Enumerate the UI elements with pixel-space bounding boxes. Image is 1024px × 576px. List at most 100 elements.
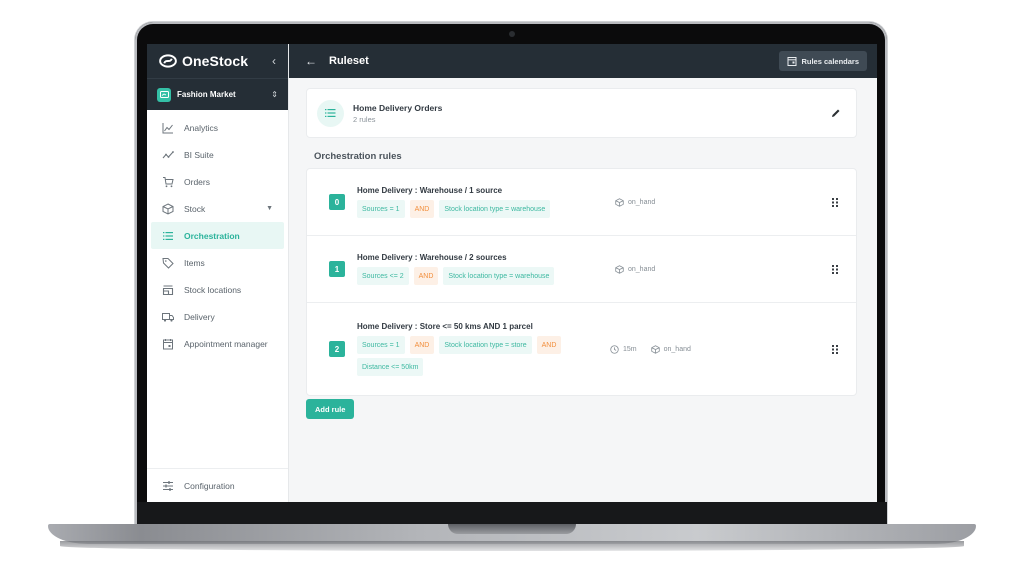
clock-icon [610, 344, 619, 354]
sidebar-item-label: Stock locations [184, 284, 242, 295]
sidebar-item-label: Configuration [184, 480, 235, 491]
list-icon [317, 99, 344, 127]
sliders-icon [162, 480, 174, 492]
delay: 15m [610, 344, 637, 354]
rules-calendars-button[interactable]: Rules calendars [779, 51, 867, 71]
sidebar-item-label: Delivery [184, 311, 215, 322]
sidebar-item-label: Stock [184, 203, 206, 214]
rules-list: 0 Home Delivery : Warehouse / 1 source S… [306, 168, 857, 396]
sidebar-item-orders[interactable]: Orders [151, 168, 284, 195]
stock-type: on_hand [650, 344, 691, 354]
box-icon [162, 202, 174, 215]
sidebar-item-label: Items [184, 257, 205, 268]
section-title: Orchestration rules [314, 151, 402, 162]
delay-label: 15m [623, 345, 637, 353]
rule-conditions: Sources = 1 AND Stock location type = st… [357, 336, 605, 376]
laptop-bezel [137, 502, 887, 524]
stock-type: on_hand [615, 197, 656, 207]
rule-meta: 15m on_hand [605, 344, 830, 354]
unfold-icon[interactable]: ⇕ [271, 90, 278, 99]
rule-name: Home Delivery : Store <= 50 kms AND 1 pa… [357, 322, 533, 331]
rule-conditions: Sources = 1 AND Stock location type = wa… [357, 200, 599, 218]
sidebar-nav: Analytics BI Suite Orders Stock ▼ Orches… [147, 110, 288, 468]
edit-ruleset-button[interactable] [826, 103, 846, 123]
rule-body: Home Delivery : Warehouse / 2 sources So… [357, 253, 599, 285]
sidebar-item-appointment-manager[interactable]: Appointment manager [151, 330, 284, 357]
condition-chip: Stock location type = store [439, 336, 532, 354]
sidebar-item-configuration[interactable]: Configuration [147, 468, 288, 502]
sidebar: OneStock ‹ Fashion Market ⇕ Analytics BI… [147, 44, 289, 502]
app-screen: OneStock ‹ Fashion Market ⇕ Analytics BI… [147, 44, 877, 502]
rule-body: Home Delivery : Store <= 50 kms AND 1 pa… [357, 322, 605, 376]
rule-body: Home Delivery : Warehouse / 1 source Sou… [357, 186, 599, 218]
store-switcher[interactable]: Fashion Market ⇕ [147, 78, 288, 110]
condition-chip: Sources = 1 [357, 200, 405, 218]
tag-icon [162, 257, 174, 269]
condition-chip: Stock location type = warehouse [439, 200, 551, 218]
page-title: Ruleset [329, 55, 369, 67]
calendar-icon [162, 338, 174, 350]
content: Home Delivery Orders 2 rules Orchestrati… [289, 78, 877, 502]
caret-down-icon[interactable]: ▼ [266, 205, 273, 212]
store-name: Fashion Market [177, 90, 236, 99]
ruleset-card: Home Delivery Orders 2 rules [306, 88, 857, 138]
brand-bar: OneStock ‹ [147, 44, 288, 78]
and-chip: AND [409, 336, 435, 354]
sidebar-item-stock[interactable]: Stock ▼ [151, 195, 284, 222]
drag-handle-icon[interactable] [830, 263, 840, 275]
condition-chip: Stock location type = warehouse [443, 267, 555, 285]
trend-icon [162, 149, 174, 161]
rule-row[interactable]: 2 Home Delivery : Store <= 50 kms AND 1 … [307, 303, 856, 395]
ruleset-count: 2 rules [353, 114, 376, 124]
list-icon [162, 230, 174, 242]
laptop-camera [509, 31, 515, 37]
pencil-icon [832, 109, 840, 117]
arrow-left-icon[interactable]: ← [305, 54, 317, 68]
sidebar-item-items[interactable]: Items [151, 249, 284, 276]
condition-chip: Sources <= 2 [357, 267, 409, 285]
condition-chip: Distance <= 50km [357, 358, 424, 376]
rule-index: 2 [329, 341, 345, 357]
stock-type-label: on_hand [628, 265, 656, 273]
sidebar-item-stock-locations[interactable]: Stock locations [151, 276, 284, 303]
main-area: ← Ruleset Rules calendars Home Delivery … [289, 44, 877, 502]
store-icon [162, 284, 174, 296]
and-chip: AND [536, 336, 562, 354]
sidebar-item-delivery[interactable]: Delivery [151, 303, 284, 330]
sidebar-item-label: Orchestration [184, 230, 240, 241]
rule-conditions: Sources <= 2 AND Stock location type = w… [357, 267, 599, 285]
chevron-left-icon[interactable]: ‹ [272, 54, 276, 68]
box-icon [615, 197, 624, 207]
stock-type: on_hand [615, 264, 656, 274]
sidebar-item-label: Appointment manager [184, 338, 268, 349]
and-chip: AND [409, 200, 435, 218]
and-chip: AND [413, 267, 439, 285]
drag-handle-icon[interactable] [830, 196, 840, 208]
sidebar-item-label: Orders [184, 176, 210, 187]
line-chart-icon [162, 122, 174, 134]
drag-handle-icon[interactable] [830, 343, 840, 355]
cart-icon [162, 176, 174, 188]
ruleset-info: Home Delivery Orders 2 rules [353, 103, 826, 124]
rule-meta: on_hand [599, 197, 830, 207]
sidebar-item-orchestration[interactable]: Orchestration [151, 222, 284, 249]
onestock-logo-icon [159, 54, 177, 68]
laptop-notch [448, 524, 576, 534]
rule-meta: on_hand [599, 264, 830, 274]
rule-index: 0 [329, 194, 345, 210]
sidebar-item-bi-suite[interactable]: BI Suite [151, 141, 284, 168]
rules-calendars-label: Rules calendars [801, 56, 859, 66]
sidebar-item-analytics[interactable]: Analytics [151, 114, 284, 141]
store-icon [157, 87, 171, 102]
ruleset-name: Home Delivery Orders [353, 102, 443, 113]
truck-icon [162, 311, 174, 323]
rule-row[interactable]: 0 Home Delivery : Warehouse / 1 source S… [307, 169, 856, 236]
box-icon [650, 344, 660, 354]
rule-row[interactable]: 1 Home Delivery : Warehouse / 2 sources … [307, 236, 856, 303]
add-rule-button[interactable]: Add rule [306, 399, 355, 419]
sidebar-item-label: Analytics [184, 122, 219, 133]
stock-type-label: on_hand [628, 198, 656, 206]
sidebar-item-label: BI Suite [184, 149, 214, 160]
rule-name: Home Delivery : Warehouse / 1 source [357, 186, 503, 195]
box-icon [615, 264, 624, 274]
